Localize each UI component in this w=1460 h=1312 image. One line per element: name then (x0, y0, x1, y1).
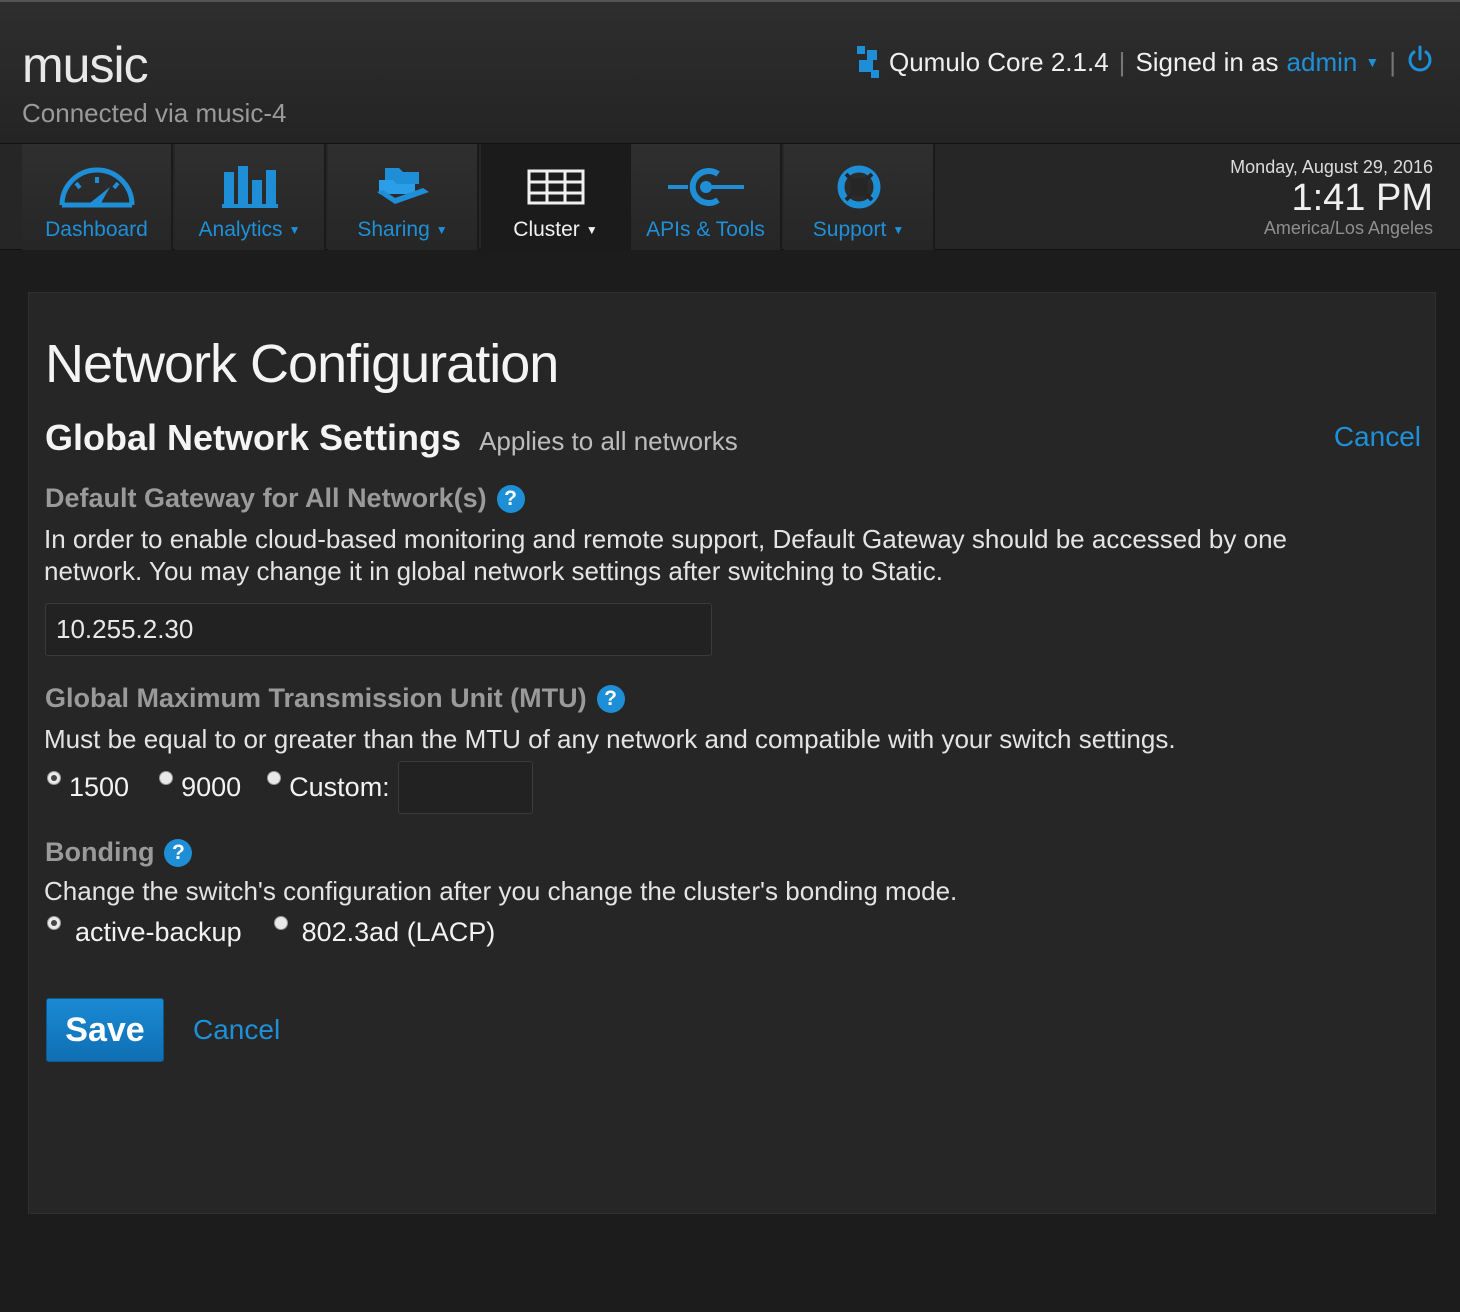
clock: Monday, August 29, 2016 1:41 PM America/… (1230, 157, 1433, 239)
header-user-area: Qumulo Core 2.1.4 | Signed in as admin ▼… (855, 42, 1434, 82)
api-connector-icon (666, 156, 746, 218)
section-title: Global Network Settings (45, 417, 462, 458)
save-button[interactable]: Save (46, 998, 164, 1062)
user-menu-link[interactable]: admin (1287, 47, 1358, 78)
mtu-radio-custom[interactable] (267, 770, 282, 785)
server-icon (527, 156, 585, 218)
cancel-link-bottom[interactable]: Cancel (193, 1014, 280, 1046)
section-header: Global Network Settings Applies to all n… (45, 417, 738, 459)
divider: | (1389, 46, 1396, 77)
bonding-radio-lacp[interactable] (273, 915, 288, 930)
chevron-down-icon: ▼ (585, 223, 598, 238)
section-subtitle: Applies to all networks (479, 426, 738, 456)
mtu-options: 1500 9000 Custom: (47, 761, 533, 814)
connection-status: Connected via music-4 (22, 98, 287, 128)
help-icon[interactable]: ? (496, 484, 525, 513)
mtu-radio-1500[interactable] (47, 770, 61, 785)
nav-cluster[interactable]: Cluster ▼ (481, 144, 632, 250)
page-title: Network Configuration (45, 334, 559, 394)
gateway-input[interactable] (45, 603, 712, 656)
bonding-radio-active-backup[interactable] (47, 915, 61, 930)
folders-icon (375, 156, 431, 218)
gauge-icon (56, 156, 138, 218)
bonding-label-row: Bonding ? (45, 837, 193, 868)
nav-label: Cluster (513, 218, 580, 241)
mtu-option-label: 9000 (181, 772, 242, 802)
power-icon[interactable] (1406, 44, 1434, 81)
nav-support[interactable]: Support ▼ (784, 144, 935, 250)
qumulo-logo-icon (855, 44, 881, 80)
chevron-down-icon[interactable]: ▼ (1365, 54, 1379, 70)
nav-label: Analytics (198, 218, 283, 241)
signed-in-label: Signed in as (1135, 46, 1279, 77)
gateway-label: Default Gateway for All Network(s) (45, 483, 487, 513)
nav-label: Support (812, 218, 887, 241)
top-header: music Connected via music-4 Qumulo Core … (0, 0, 1460, 143)
chevron-down-icon: ▼ (288, 223, 301, 238)
nav-label: APIs & Tools (646, 218, 765, 241)
nav-analytics[interactable]: Analytics ▼ (175, 144, 326, 250)
bonding-description: Change the switch's configuration after … (44, 876, 958, 906)
cluster-name: music (22, 37, 149, 93)
clock-timezone: America/Los Angeles (1263, 218, 1433, 238)
mtu-label: Global Maximum Transmission Unit (MTU) (45, 683, 587, 713)
divider: | (1118, 46, 1126, 77)
nav-label: Dashboard (45, 218, 148, 241)
help-icon[interactable]: ? (164, 838, 193, 867)
bar-chart-icon (221, 156, 278, 218)
nav-dashboard[interactable]: Dashboard (22, 144, 173, 250)
mtu-custom-input[interactable] (397, 761, 533, 814)
nav-apis-tools[interactable]: APIs & Tools (631, 144, 782, 250)
gateway-label-row: Default Gateway for All Network(s) ? (45, 483, 525, 514)
lifebuoy-icon (837, 156, 881, 218)
bonding-option-label: active-backup (75, 917, 242, 947)
mtu-option-label: 1500 (69, 772, 130, 802)
cancel-link-top[interactable]: Cancel (1334, 421, 1421, 453)
bonding-option-label: 802.3ad (LACP) (301, 917, 496, 947)
mtu-radio-9000[interactable] (159, 770, 174, 785)
clock-date: Monday, August 29, 2016 (1230, 157, 1433, 177)
mtu-description: Must be equal to or greater than the MTU… (44, 724, 1176, 754)
product-version: Qumulo Core 2.1.4 (889, 46, 1109, 77)
clock-time: 1:41 PM (1291, 177, 1433, 219)
nav-sharing[interactable]: Sharing ▼ (328, 144, 479, 250)
mtu-option-label: Custom: (289, 772, 390, 802)
chevron-down-icon: ▼ (435, 223, 448, 238)
network-config-panel: Network Configuration Global Network Set… (28, 292, 1436, 1214)
nav-label: Sharing (357, 218, 430, 241)
chevron-down-icon: ▼ (892, 223, 905, 238)
bonding-label: Bonding (45, 837, 155, 867)
gateway-description: In order to enable cloud-based monitorin… (44, 524, 1287, 586)
mtu-label-row: Global Maximum Transmission Unit (MTU) ? (45, 683, 625, 714)
help-icon[interactable]: ? (596, 684, 625, 713)
bonding-options: active-backup 802.3ad (LACP) (47, 915, 496, 948)
